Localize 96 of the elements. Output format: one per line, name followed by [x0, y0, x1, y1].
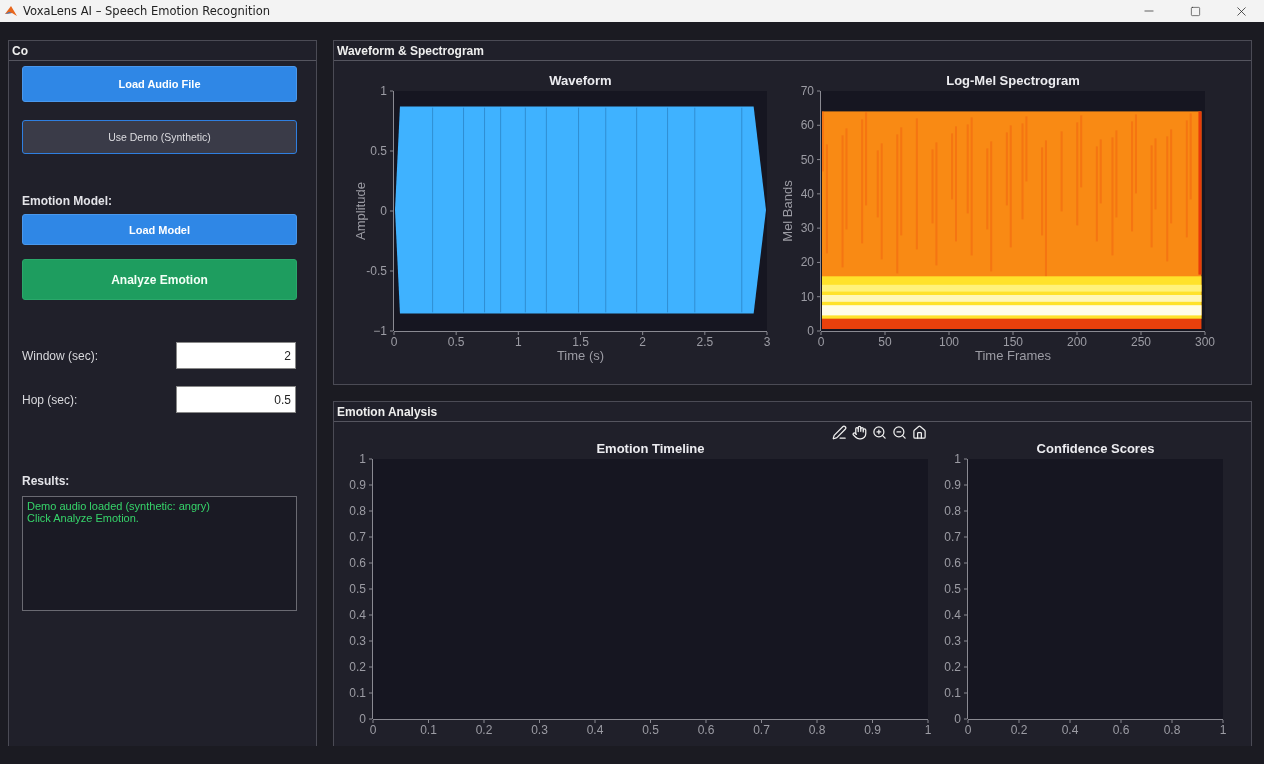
tick-label: 250 — [1131, 335, 1151, 349]
tick-label: 0.4 — [349, 608, 366, 622]
tick-label: 1 — [359, 452, 366, 466]
tick-label: 300 — [1195, 335, 1215, 349]
chart-title: Emotion Timeline — [596, 441, 705, 456]
section-label: Emotion Model: — [22, 194, 113, 208]
tick-label: -0.5 — [366, 264, 387, 278]
tick-label: 0 — [390, 335, 398, 349]
tick-label: 0.7 — [944, 530, 961, 544]
tick-label: 2 — [639, 335, 646, 349]
load-audio-button[interactable]: Load Audio File — [22, 66, 297, 102]
tick-label: 1 — [515, 335, 522, 349]
tick-label: −1 — [373, 324, 387, 338]
panel-title: Emotion Analysis — [337, 404, 438, 419]
field-label: Hop (sec): — [22, 392, 78, 407]
tick-label: 0 — [964, 723, 972, 737]
tick-label: 1 — [924, 723, 932, 737]
tick-label: 0.8 — [1163, 723, 1181, 737]
tick-label: 0 — [369, 723, 377, 737]
tick-label: 0.7 — [349, 530, 366, 544]
tick-label: 0.7 — [753, 723, 770, 737]
tick-label: 0.1 — [420, 723, 437, 737]
tick-label: 0 — [954, 712, 961, 726]
tick-label: 0 — [359, 712, 366, 726]
tick-label: 0 — [807, 324, 814, 338]
number-field[interactable]: 2 — [176, 342, 296, 369]
tick-label: 30 — [800, 221, 814, 236]
tick-label: 200 — [1067, 335, 1087, 349]
zoom-out-icon[interactable] — [891, 424, 908, 441]
result-text: Click Analyze Emotion. — [27, 512, 140, 524]
tick-label: 0.3 — [944, 634, 961, 648]
tick-label: 0.6 — [944, 556, 961, 570]
tick-label: 60 — [800, 118, 814, 133]
tick-label: 2.5 — [696, 335, 714, 349]
panel-title: Co — [12, 43, 28, 58]
tick-label: 0.5 — [370, 144, 387, 158]
zoom-in-icon[interactable] — [871, 424, 888, 441]
tick-label: 0.2 — [944, 660, 961, 674]
tick-label: 0.4 — [1061, 723, 1079, 737]
load-model-button[interactable]: Load Model — [22, 214, 297, 245]
axis-label: Time Frames — [974, 348, 1052, 363]
tick-label: 0.2 — [1010, 723, 1028, 737]
tick-label: 0.3 — [349, 634, 366, 648]
tick-label: 0.9 — [349, 478, 366, 492]
tick-label: 0.5 — [944, 582, 961, 596]
tick-label: 10 — [800, 289, 814, 304]
tick-label: 0.1 — [349, 686, 366, 700]
tick-label: 0.9 — [944, 478, 961, 492]
tick-label: 50 — [878, 335, 892, 349]
tick-label: 0.8 — [808, 723, 826, 737]
pen-icon[interactable] — [831, 424, 848, 441]
tick-label: 0.9 — [864, 723, 881, 737]
tick-label: 0.2 — [349, 660, 366, 674]
tick-label: 3 — [763, 335, 771, 349]
chart-title: Waveform — [549, 73, 612, 88]
chart-title: Confidence Scores — [1036, 441, 1155, 456]
demo-button[interactable]: Use Demo (Synthetic) — [22, 120, 297, 154]
section-label: Results: — [22, 474, 71, 488]
tick-label: 70 — [800, 84, 814, 98]
tick-label: 0.6 — [1112, 723, 1130, 737]
result-text: Demo audio loaded (synthetic: angry) — [27, 500, 211, 512]
app-icon — [4, 4, 18, 18]
home-icon[interactable] — [911, 424, 928, 441]
axis-label: Time (s) — [556, 348, 605, 363]
tick-label: 50 — [800, 152, 814, 167]
tick-label: 0.1 — [944, 686, 961, 700]
hand-icon[interactable] — [851, 424, 868, 441]
tick-label: 0.5 — [447, 335, 465, 349]
number-field[interactable]: 0.5 — [176, 386, 296, 413]
tick-label: 1 — [1219, 723, 1227, 737]
tick-label: 0 — [380, 204, 387, 218]
axis-label: Mel Bands — [780, 180, 795, 242]
axis-label: Amplitude — [353, 182, 368, 240]
maximize-icon[interactable] — [1189, 5, 1201, 17]
panel-title: Waveform & Spectrogram — [337, 43, 484, 58]
tick-label: 0.4 — [586, 723, 604, 737]
tick-label: 0.2 — [475, 723, 493, 737]
tick-label: 20 — [800, 255, 814, 270]
tick-label: 0.6 — [697, 723, 715, 737]
tick-label: 150 — [1003, 335, 1023, 349]
field-label: Window (sec): — [22, 348, 98, 363]
tick-label: 0.4 — [944, 608, 961, 622]
tick-label: 1 — [954, 452, 961, 466]
tick-label: 0.6 — [349, 556, 366, 570]
tick-label: 0 — [817, 335, 825, 349]
tick-label: 1.5 — [572, 335, 589, 349]
chart-title: Log-Mel Spectrogram — [946, 73, 1080, 88]
tick-label: 0.8 — [349, 504, 366, 518]
tick-label: 1 — [380, 84, 387, 98]
tick-label: 0.5 — [642, 723, 659, 737]
tick-label: 0.8 — [944, 504, 961, 518]
tick-label: 0.5 — [349, 582, 366, 596]
tick-label: 100 — [939, 335, 959, 349]
window-title: VoxaLens AI – Speech Emotion Recognition — [23, 4, 270, 18]
tick-label: 0.3 — [531, 723, 548, 737]
tick-label: 40 — [800, 186, 814, 201]
